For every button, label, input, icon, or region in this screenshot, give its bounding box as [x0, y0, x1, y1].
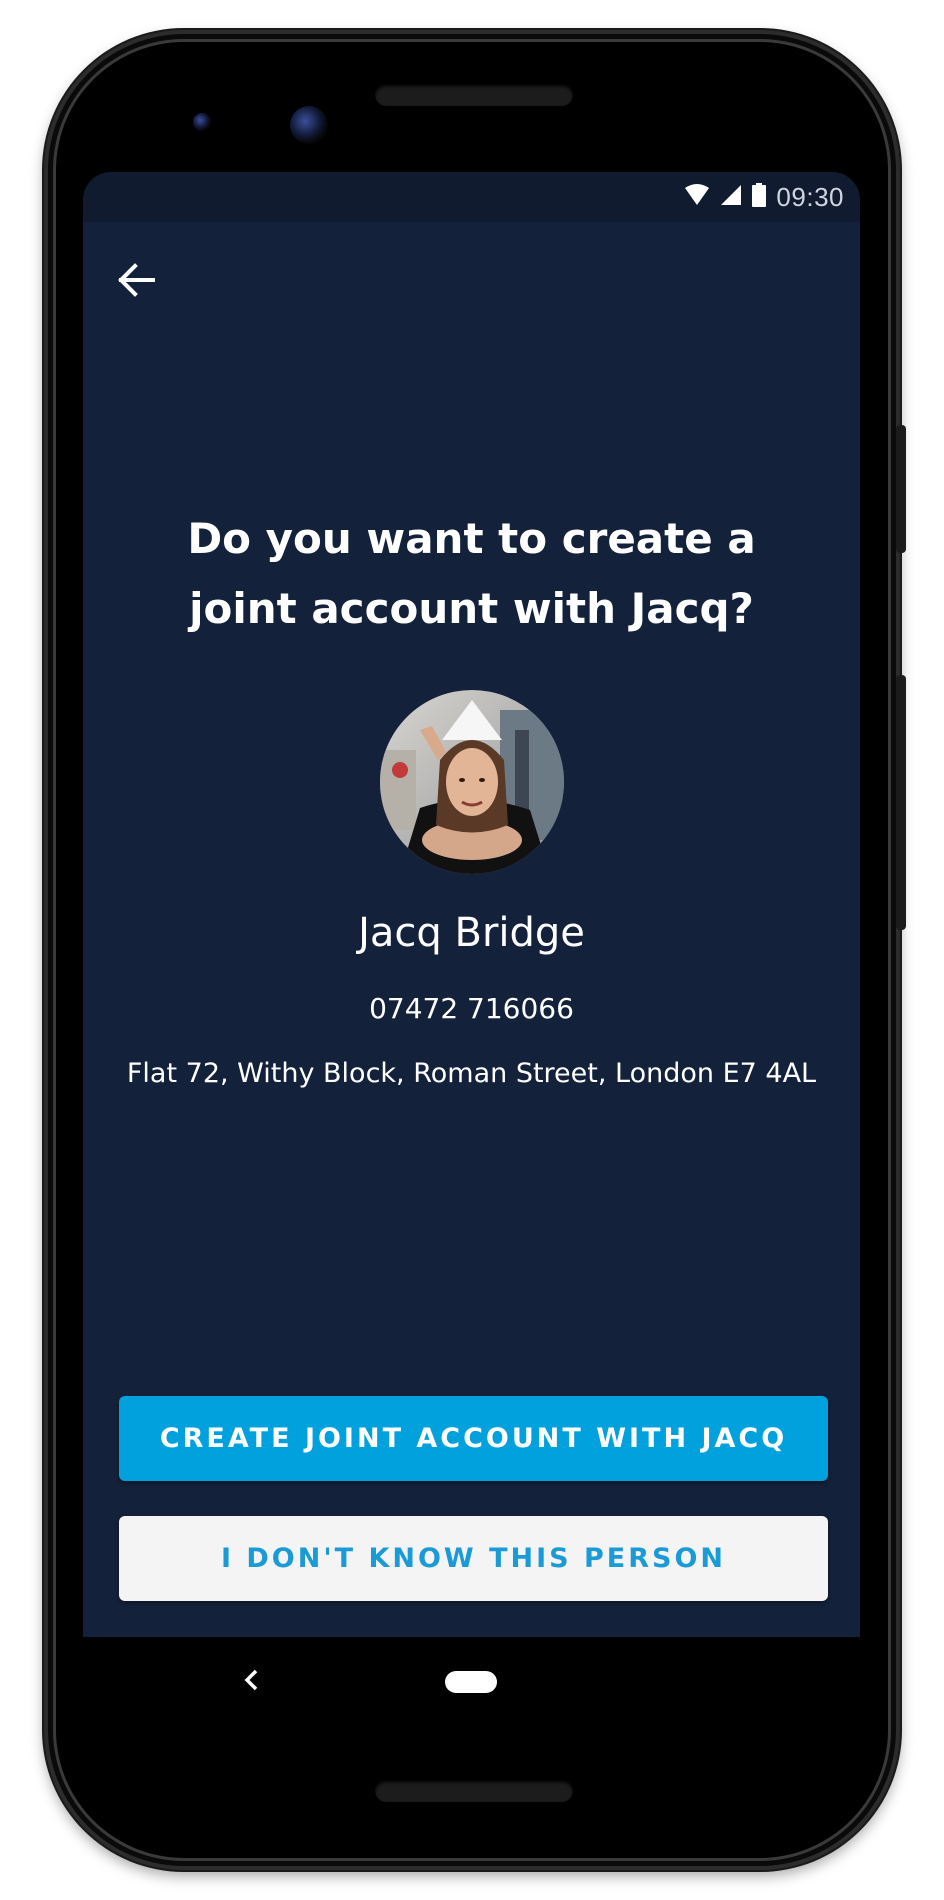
contact-phone: 07472 716066 — [369, 992, 574, 1025]
avatar — [380, 690, 564, 874]
status-bar: 09:30 — [83, 172, 860, 222]
app-screen: 09:30 Do you want to create a joint acco… — [83, 172, 860, 1637]
title-line-1: Do you want to create a — [187, 514, 756, 563]
title-line-2: joint account with Jacq? — [189, 584, 754, 633]
volume-button — [896, 425, 906, 553]
wifi-icon — [684, 183, 710, 211]
proximity-sensor — [193, 113, 211, 131]
contact-name: Jacq Bridge — [358, 910, 585, 956]
nav-home-button[interactable] — [445, 1671, 497, 1693]
front-camera — [290, 106, 328, 144]
create-joint-account-button[interactable]: CREATE JOINT ACCOUNT WITH JACQ — [119, 1396, 828, 1481]
power-button — [896, 675, 906, 930]
cellular-signal-icon — [720, 184, 742, 211]
nav-back-button[interactable] — [236, 1662, 266, 1702]
earpiece-speaker — [375, 84, 573, 106]
chevron-left-icon — [243, 1668, 259, 1697]
back-button[interactable] — [105, 250, 169, 314]
status-icons: 09:30 — [684, 172, 844, 222]
battery-icon — [752, 182, 767, 212]
bottom-speaker — [375, 1780, 573, 1802]
status-time: 09:30 — [776, 181, 844, 212]
contact-address: Flat 72, Withy Block, Roman Street, Lond… — [126, 1058, 817, 1089]
dont-know-person-button[interactable]: I DON'T KNOW THIS PERSON — [119, 1516, 828, 1601]
page-title: Do you want to create a joint account wi… — [123, 504, 820, 644]
arrow-left-icon — [117, 262, 157, 303]
